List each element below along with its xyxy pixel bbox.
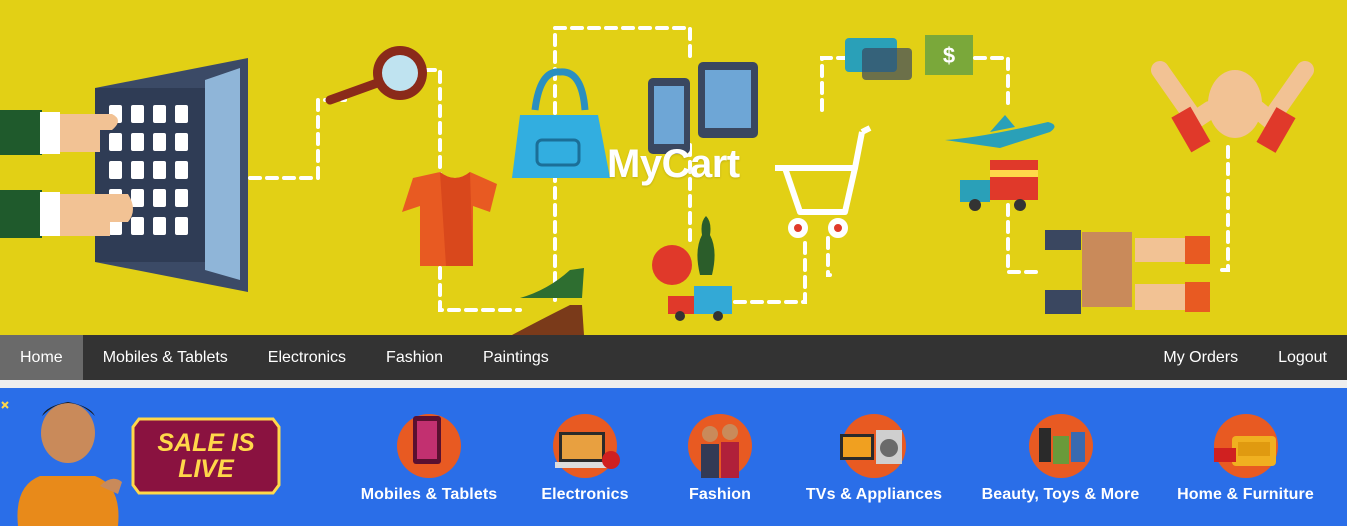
site-logo[interactable]: MyCart <box>607 142 740 187</box>
category-fashion[interactable]: Fashion <box>680 388 760 526</box>
nav-mobiles-tablets[interactable]: Mobiles & Tablets <box>83 335 248 380</box>
fashion-icon <box>684 410 756 482</box>
sale-text-line1: SALE IS <box>157 429 255 457</box>
category-home-furniture[interactable]: Home & Furniture <box>1168 388 1323 526</box>
category-beauty-toys[interactable]: Beauty, Toys & More <box>973 388 1148 526</box>
credit-card-icon <box>845 38 912 80</box>
shopping-cart-icon <box>775 125 872 238</box>
tshirt-icon <box>402 172 497 266</box>
nav-logout[interactable]: Logout <box>1258 335 1347 380</box>
home-furniture-icon <box>1210 410 1282 482</box>
category-label: Electronics <box>541 486 629 503</box>
nav-home[interactable]: Home <box>0 335 83 380</box>
package-handoff-icon <box>1045 230 1210 314</box>
category-label: Home & Furniture <box>1177 486 1314 503</box>
tablet-icon <box>698 62 758 138</box>
heels-icon <box>512 268 584 335</box>
delivery-truck-icon <box>960 160 1038 211</box>
money-icon: $ <box>925 35 973 75</box>
electronics-icon <box>549 410 621 482</box>
category-label: TVs & Appliances <box>805 486 943 503</box>
laptop-icon <box>95 58 248 292</box>
category-tvs-appliances[interactable]: TVs & Appliances <box>798 388 950 526</box>
category-label: Beauty, Toys & More <box>981 486 1140 503</box>
sale-text-line2: LIVE <box>178 455 234 483</box>
category-label: Fashion <box>688 486 752 503</box>
main-navbar: Home Mobiles & Tablets Electronics Fashi… <box>0 335 1347 380</box>
sale-promo-banner[interactable]: SALE IS LIVE Mobiles & Tablets Electroni… <box>0 388 1347 526</box>
airplane-icon <box>945 115 1055 148</box>
happy-customer-icon <box>1151 61 1314 153</box>
magnifier-icon <box>325 46 427 105</box>
sports-icon <box>652 216 715 285</box>
mobiles-tablets-icon <box>393 410 465 482</box>
delivery-truck-icon-small <box>668 286 732 321</box>
tvs-appliances-icon <box>838 410 910 482</box>
nav-electronics[interactable]: Electronics <box>248 335 366 380</box>
sale-is-live-badge[interactable]: SALE IS LIVE <box>131 413 281 499</box>
beauty-toys-icon <box>1025 410 1097 482</box>
nav-fashion[interactable]: Fashion <box>366 335 463 380</box>
mascot-image <box>1 401 122 526</box>
nav-paintings[interactable]: Paintings <box>463 335 569 380</box>
category-mobiles-tablets[interactable]: Mobiles & Tablets <box>353 388 505 526</box>
handbag-icon <box>512 68 610 178</box>
svg-text:$: $ <box>943 43 955 68</box>
category-label: Mobiles & Tablets <box>360 486 498 503</box>
nav-my-orders[interactable]: My Orders <box>1143 335 1258 380</box>
hero-banner: $ MyCart <box>0 0 1347 335</box>
category-electronics[interactable]: Electronics <box>530 388 640 526</box>
